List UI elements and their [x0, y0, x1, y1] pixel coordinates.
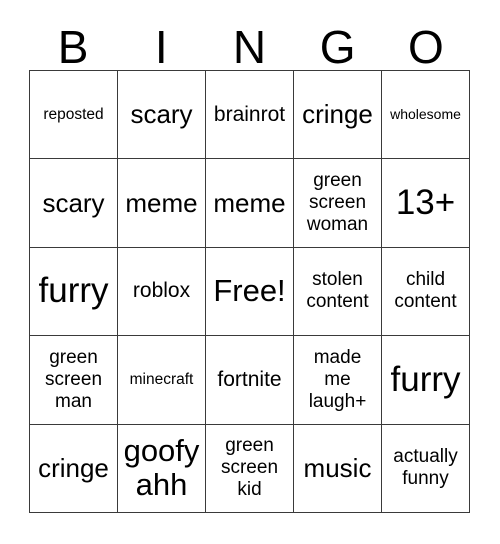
- bingo-cell-label: furry: [38, 271, 109, 311]
- bingo-cell[interactable]: actually funny: [382, 424, 470, 513]
- bingo-cell[interactable]: made me laugh+: [294, 336, 382, 425]
- bingo-cell-label: green screen woman: [306, 170, 369, 236]
- bingo-grid: reposted scary brainrot cringe wholesome…: [29, 70, 470, 513]
- bingo-cell-label: child content: [394, 269, 457, 313]
- bingo-cell-label: scary: [42, 187, 105, 218]
- bingo-cell-label: actually funny: [393, 446, 458, 490]
- bingo-cell-label: goofy ahh: [123, 433, 200, 503]
- bingo-cell-free[interactable]: Free!: [206, 247, 294, 337]
- bingo-cell-label: roblox: [132, 279, 191, 303]
- header-letter-n: N: [232, 21, 267, 73]
- bingo-cell[interactable]: stolen content: [294, 247, 382, 337]
- bingo-cell[interactable]: brainrot: [206, 71, 294, 160]
- bingo-cell-label: music: [303, 452, 372, 483]
- bingo-cell[interactable]: cringe: [30, 424, 118, 513]
- bingo-cell-label: reposted: [43, 106, 104, 124]
- bingo-cell[interactable]: scary: [30, 159, 118, 248]
- bingo-cell-label: Free!: [213, 273, 286, 309]
- bingo-cell-label: stolen content: [306, 269, 369, 313]
- bingo-card: B I N G O reposted scary brainrot cringe…: [0, 0, 500, 544]
- bingo-cell[interactable]: green screen kid: [206, 424, 294, 513]
- bingo-cell-label: furry: [390, 359, 461, 399]
- bingo-cell-label: meme: [125, 187, 198, 218]
- bingo-cell[interactable]: furry: [382, 336, 470, 425]
- bingo-cell-label: scary: [130, 99, 193, 130]
- bingo-cell[interactable]: meme: [206, 159, 294, 248]
- bingo-cell-label: minecraft: [129, 371, 194, 389]
- bingo-cell[interactable]: goofy ahh: [118, 424, 206, 513]
- bingo-cell[interactable]: furry: [30, 247, 118, 337]
- bingo-cell-label: green screen kid: [220, 435, 279, 501]
- bingo-cell[interactable]: reposted: [30, 71, 118, 160]
- bingo-cell[interactable]: minecraft: [118, 336, 206, 425]
- header-letter-b: B: [57, 21, 89, 73]
- bingo-cell[interactable]: music: [294, 424, 382, 513]
- bingo-cell-label: wholesome: [390, 106, 461, 123]
- bingo-cell-label: made me laugh+: [308, 346, 367, 412]
- bingo-cell[interactable]: cringe: [294, 71, 382, 160]
- bingo-cell-label: brainrot: [213, 102, 286, 126]
- header-letter-o: O: [407, 21, 444, 73]
- header-letter-g: G: [319, 21, 356, 73]
- bingo-cell-label: cringe: [38, 452, 109, 483]
- bingo-cell[interactable]: roblox: [118, 247, 206, 337]
- bingo-cell-label: green screen man: [44, 346, 103, 412]
- header-letter-i: I: [154, 21, 168, 73]
- bingo-cell-label: 13+: [395, 183, 456, 223]
- bingo-cell[interactable]: meme: [118, 159, 206, 248]
- bingo-cell-label: cringe: [302, 99, 373, 130]
- bingo-cell[interactable]: scary: [118, 71, 206, 160]
- bingo-cell-label: meme: [213, 187, 286, 218]
- bingo-cell[interactable]: green screen woman: [294, 159, 382, 248]
- bingo-header: B I N G O: [29, 14, 470, 70]
- bingo-cell[interactable]: wholesome: [382, 71, 470, 160]
- bingo-cell[interactable]: 13+: [382, 159, 470, 248]
- bingo-cell[interactable]: green screen man: [30, 336, 118, 425]
- bingo-cell[interactable]: fortnite: [206, 336, 294, 425]
- bingo-cell-label: fortnite: [217, 367, 282, 391]
- bingo-cell[interactable]: child content: [382, 247, 470, 337]
